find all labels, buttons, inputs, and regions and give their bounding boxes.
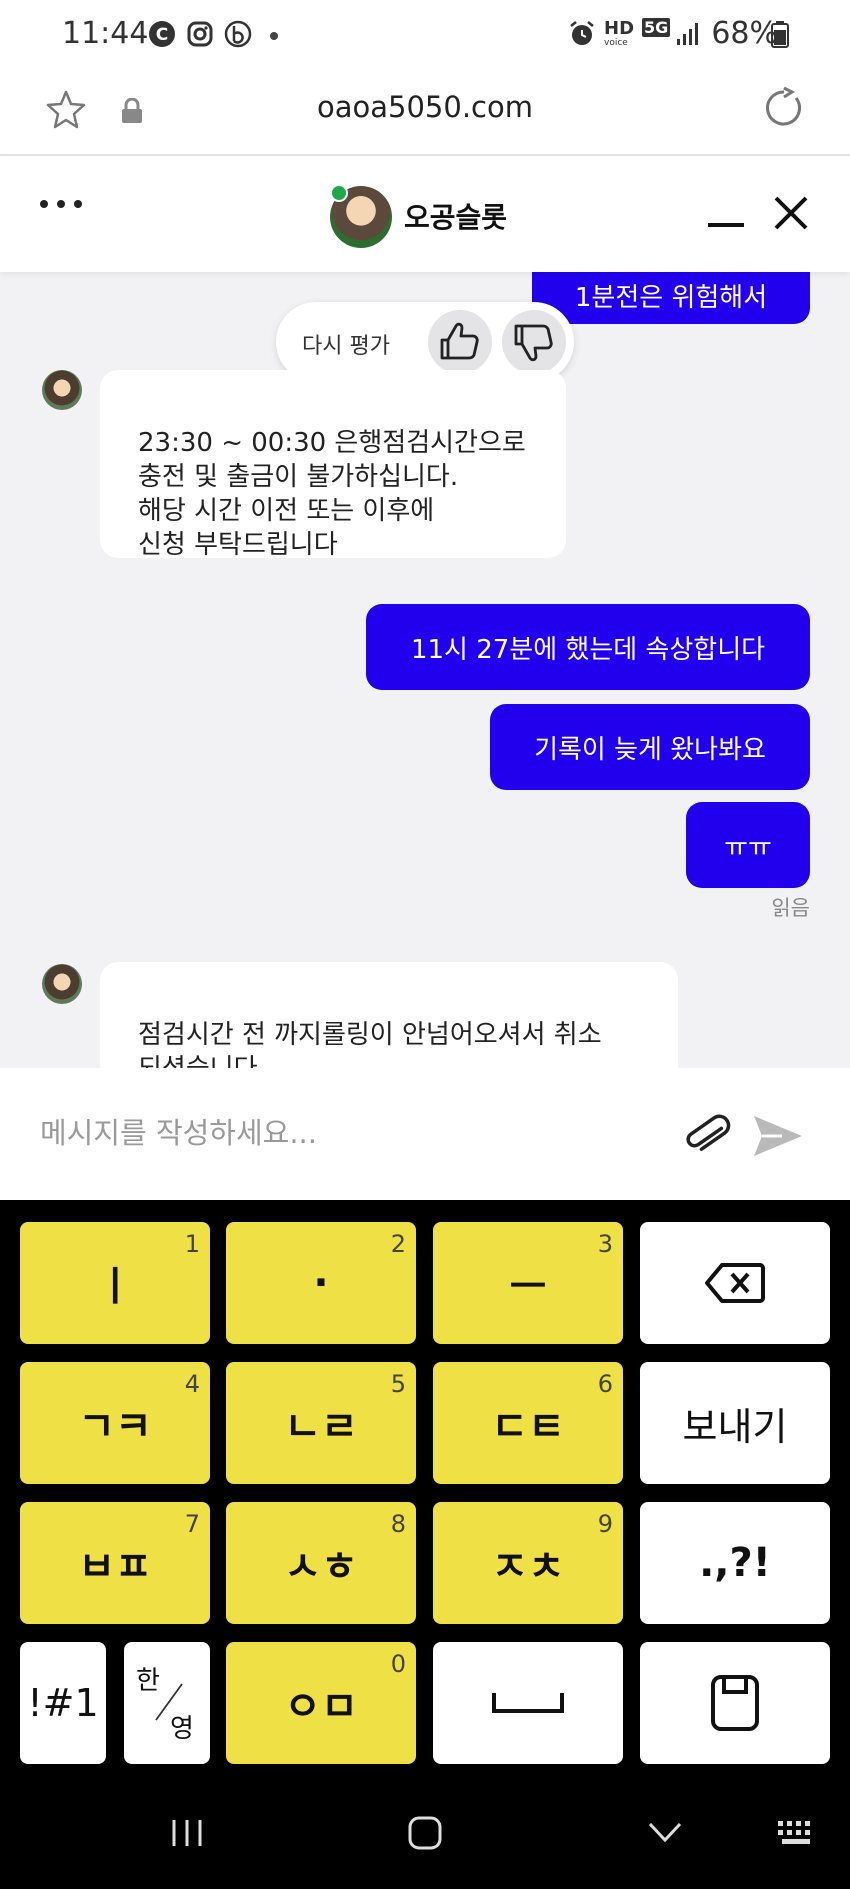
attach-icon[interactable] <box>682 1110 732 1164</box>
c-app-icon: C <box>148 20 176 48</box>
message-text: 점검시간 전 까지롤링이 안넘어오셔서 취소 되셨습니다 <box>138 1020 602 1068</box>
backspace-icon <box>705 1263 765 1303</box>
symbols-key[interactable]: !#1 <box>20 1642 106 1764</box>
b-app-icon <box>224 20 252 48</box>
back-chevron-down-icon[interactable] <box>646 1820 684 1850</box>
close-icon[interactable] <box>772 194 810 236</box>
status-bar: 11:44 C HD voice 5G 68% <box>0 0 850 70</box>
bot-avatar <box>42 964 82 1004</box>
instagram-icon <box>186 20 214 48</box>
svg-text:C: C <box>156 25 168 45</box>
backspace-key[interactable] <box>640 1222 830 1344</box>
chat-message-list[interactable]: 1분전은 위험해서 다시 평가 23:30 ~ 00:30 은행점검시간으로 충… <box>0 272 850 1068</box>
key-ng-m[interactable]: 0 ㅇㅁ <box>226 1642 416 1764</box>
key-i[interactable]: 1 ㅣ <box>20 1222 210 1344</box>
battery-percent: 68% <box>711 16 778 51</box>
hd-voice-icon: HD voice <box>604 18 635 48</box>
bot-message-bubble: 23:30 ~ 00:30 은행점검시간으로 충전 및 출금이 불가하십니다. … <box>100 370 566 560</box>
my-message-bubble: 11시 27분에 했는데 속상합니다 <box>366 604 810 690</box>
battery-icon <box>770 20 798 48</box>
bot-message-bubble: 점검시간 전 까지롤링이 안넘어오셔서 취소 되셨습니다 <box>100 962 678 1068</box>
more-menu-icon[interactable] <box>38 194 84 218</box>
message-text: 23:30 ~ 00:30 은행점검시간으로 충전 및 출금이 불가하십니다. … <box>138 428 526 560</box>
thumbs-down-button[interactable] <box>502 310 566 374</box>
send-icon[interactable] <box>752 1112 804 1164</box>
system-nav-bar <box>0 1780 850 1889</box>
chat-title: 오공슬롯 <box>404 201 508 234</box>
space-icon <box>492 1693 564 1713</box>
key-dot[interactable]: 2 · <box>226 1222 416 1344</box>
message-text: 1분전은 위험해서 <box>574 282 768 313</box>
signal-icon <box>674 20 702 48</box>
browser-address-bar: oaoa5050.com <box>0 70 850 156</box>
key-j-ch[interactable]: 9 ㅈㅊ <box>433 1502 623 1624</box>
clipboard-key[interactable] <box>640 1642 830 1764</box>
thumbs-up-icon <box>440 322 479 360</box>
home-icon[interactable] <box>406 1814 444 1856</box>
virtual-keyboard: 1 ㅣ 2 · 3 ㅡ 4 ㄱㅋ 5 ㄴㄹ 6 ㄷㅌ 보내기 7 ㅂㅍ 8 ㅅㅎ… <box>0 1200 850 1780</box>
key-n-r[interactable]: 5 ㄴㄹ <box>226 1362 416 1484</box>
message-input[interactable] <box>40 1108 640 1158</box>
send-key[interactable]: 보내기 <box>640 1362 830 1484</box>
language-toggle-key[interactable]: 한 영 <box>124 1642 210 1764</box>
message-text: 11시 27분에 했는데 속상합니다 <box>410 634 766 665</box>
message-input-bar <box>0 1068 850 1200</box>
online-status-dot <box>330 184 348 202</box>
read-receipt: 읽음 <box>771 896 810 920</box>
my-message-bubble: ㅠㅠ <box>686 802 810 888</box>
rate-again-label: 다시 평가 <box>302 334 390 359</box>
status-time: 11:44 <box>62 16 149 51</box>
key-d-t[interactable]: 6 ㄷㅌ <box>433 1362 623 1484</box>
5g-icon: 5G <box>642 18 671 37</box>
key-eu[interactable]: 3 ㅡ <box>433 1222 623 1344</box>
thumbs-down-icon <box>514 324 553 362</box>
my-message-bubble: 기록이 늦게 왔나봐요 <box>490 704 810 790</box>
key-b-p[interactable]: 7 ㅂㅍ <box>20 1502 210 1624</box>
clipboard-icon <box>711 1675 759 1731</box>
message-text: 기록이 늦게 왔나봐요 <box>534 734 766 765</box>
dot-icon <box>268 20 296 48</box>
reload-icon[interactable] <box>762 86 806 134</box>
key-s-h[interactable]: 8 ㅅㅎ <box>226 1502 416 1624</box>
message-text: ㅠㅠ <box>724 832 772 863</box>
recents-icon[interactable] <box>170 1816 204 1854</box>
bot-avatar <box>42 370 82 410</box>
keyboard-toggle-icon[interactable] <box>776 1818 818 1852</box>
key-g-k[interactable]: 4 ㄱㅋ <box>20 1362 210 1484</box>
minimize-icon[interactable] <box>706 216 746 235</box>
alarm-icon <box>568 20 596 48</box>
thumbs-up-button[interactable] <box>428 310 492 374</box>
punctuation-key[interactable]: .,?! <box>640 1502 830 1624</box>
my-message-bubble: 1분전은 위험해서 <box>532 272 810 324</box>
chat-header: 오공슬롯 <box>0 156 850 272</box>
url-text[interactable]: oaoa5050.com <box>0 90 850 124</box>
space-key[interactable] <box>433 1642 623 1764</box>
